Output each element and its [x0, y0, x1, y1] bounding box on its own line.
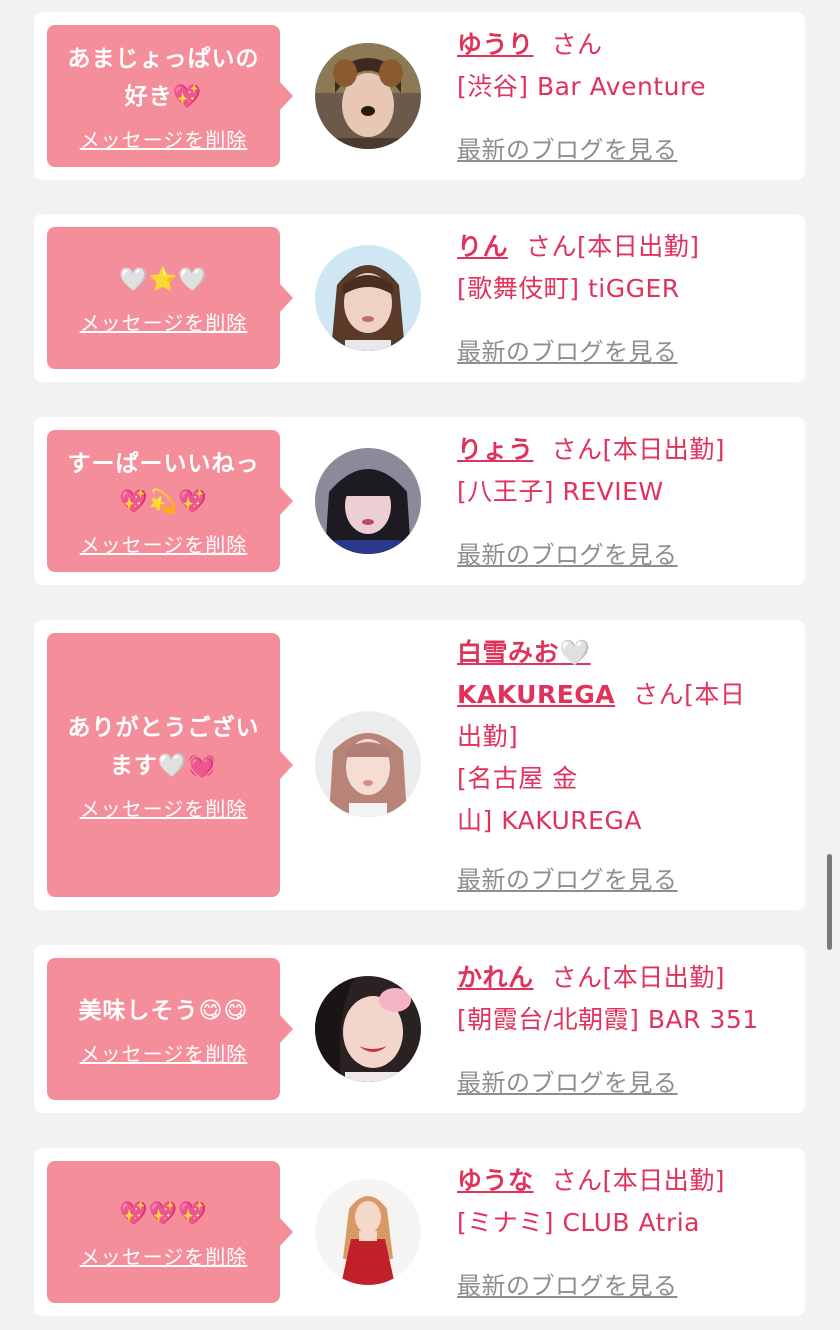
- shop-name: [八王子] REVIEW: [457, 477, 664, 506]
- cast-name-link[interactable]: ゆうり: [457, 30, 534, 59]
- message-line: 🤍⭐🤍: [119, 266, 208, 293]
- shop-name: [朝霞台/北朝霞] BAR 351: [457, 1005, 759, 1034]
- avatar[interactable]: [315, 976, 421, 1082]
- honorific: さん: [551, 435, 603, 464]
- honorific: さん: [551, 1166, 603, 1195]
- honorific: さん: [633, 680, 685, 709]
- shop-name: [名古屋 金: [457, 764, 578, 793]
- message-line: 💖💫💖: [119, 488, 208, 515]
- avatar[interactable]: [315, 1179, 421, 1285]
- cast-info: ゆうな さん[本日出勤] [ミナミ] CLUB Atria: [457, 1160, 793, 1244]
- message-card: 美味しそう😋😋 メッセージを削除 かれん さん[本日出勤] [朝霞台/北朝霞] B…: [34, 945, 805, 1113]
- message-line: 美味しそう😋😋: [78, 997, 249, 1024]
- delete-message-link[interactable]: メッセージを削除: [80, 307, 248, 336]
- message-text: すーぱーいいねっ 💖💫💖: [58, 445, 270, 521]
- cast-name-link[interactable]: かれん: [457, 963, 534, 992]
- message-bubble: ありがとうござい ます🤍💓 メッセージを削除: [47, 633, 293, 897]
- message-bubble: 💖💖💖 メッセージを削除: [47, 1161, 293, 1303]
- cast-name-link[interactable]: りょう: [457, 435, 534, 464]
- cast-name-line: 白雪みお🤍: [457, 632, 793, 674]
- cast-name-line: ゆうり さん: [457, 24, 793, 66]
- shop-name: [歌舞伎町] tiGGER: [457, 274, 680, 303]
- cast-name-link[interactable]: りん: [457, 232, 508, 261]
- shop-name: [渋谷] Bar Aventure: [457, 72, 707, 101]
- delete-message-link[interactable]: メッセージを削除: [80, 124, 248, 153]
- attendance-status: [本日: [684, 680, 746, 709]
- avatar[interactable]: [315, 711, 421, 817]
- view-blog-link[interactable]: 最新のブログを見る: [457, 535, 678, 570]
- cast-name-line: かれん さん[本日出勤]: [457, 957, 793, 999]
- cast-info: ゆうり さん [渋谷] Bar Aventure: [457, 24, 793, 108]
- view-blog-link[interactable]: 最新のブログを見る: [457, 332, 678, 367]
- message-line: ありがとうござい: [67, 714, 260, 741]
- honorific: さん: [551, 30, 603, 59]
- cast-name-line: りょう さん[本日出勤]: [457, 429, 793, 471]
- delete-message-link[interactable]: メッセージを削除: [80, 1038, 248, 1067]
- scrollbar[interactable]: [827, 854, 832, 950]
- delete-message-link[interactable]: メッセージを削除: [80, 1241, 248, 1270]
- message-text: 🤍⭐🤍: [109, 261, 218, 299]
- avatar[interactable]: [315, 43, 421, 149]
- message-line: あまじょっぱいの: [67, 45, 260, 72]
- message-text: 美味しそう😋😋: [69, 992, 259, 1030]
- avatar[interactable]: [315, 245, 421, 351]
- cast-name-link[interactable]: 白雪みお🤍: [457, 638, 591, 667]
- attendance-status: [本日出勤]: [602, 1166, 726, 1195]
- message-line: 💖💖💖: [119, 1200, 208, 1227]
- message-bubble: 美味しそう😋😋 メッセージを削除: [47, 958, 293, 1100]
- message-line: 好き💖: [124, 83, 203, 110]
- delete-message-link[interactable]: メッセージを削除: [80, 793, 248, 822]
- message-text: ありがとうござい ます🤍💓: [58, 709, 270, 785]
- cast-name-line: りん さん[本日出勤]: [457, 226, 793, 268]
- message-card: あまじょっぱいの 好き💖 メッセージを削除 ゆうり さん [渋谷] Bar Ave…: [34, 12, 805, 180]
- cast-name-link[interactable]: KAKUREGA: [457, 680, 615, 709]
- attendance-status: [本日出勤]: [577, 232, 700, 261]
- honorific: さん: [551, 963, 603, 992]
- message-text: 💖💖💖: [109, 1195, 218, 1233]
- message-line: ます🤍💓: [109, 752, 218, 779]
- cast-info: 白雪みお🤍 KAKUREGA さん[本日 出勤] [名古屋 金 山] KAKURE…: [457, 632, 793, 842]
- message-card: ありがとうござい ます🤍💓 メッセージを削除 白雪みお🤍 KAKUREGA さん[…: [34, 620, 805, 910]
- view-blog-link[interactable]: 最新のブログを見る: [457, 1063, 678, 1098]
- message-line: すーぱーいいねっ: [67, 450, 260, 477]
- cast-info: りょう さん[本日出勤] [八王子] REVIEW: [457, 429, 793, 513]
- view-blog-link[interactable]: 最新のブログを見る: [457, 1266, 678, 1301]
- view-blog-link[interactable]: 最新のブログを見る: [457, 130, 678, 165]
- message-card: 💖💖💖 メッセージを削除 ゆうな さん[本日出勤] [ミナミ] CLUB Atri…: [34, 1148, 805, 1316]
- message-text: あまじょっぱいの 好き💖: [58, 40, 270, 116]
- message-bubble: すーぱーいいねっ 💖💫💖 メッセージを削除: [47, 430, 293, 572]
- message-card: すーぱーいいねっ 💖💫💖 メッセージを削除 りょう さん[本日出勤] [八王子] …: [34, 417, 805, 585]
- attendance-status: 出勤]: [457, 722, 519, 751]
- cast-name-link[interactable]: ゆうな: [457, 1166, 534, 1195]
- cast-info: かれん さん[本日出勤] [朝霞台/北朝霞] BAR 351: [457, 957, 793, 1041]
- view-blog-link[interactable]: 最新のブログを見る: [457, 860, 678, 895]
- delete-message-link[interactable]: メッセージを削除: [80, 529, 248, 558]
- avatar[interactable]: [315, 448, 421, 554]
- shop-name: [ミナミ] CLUB Atria: [457, 1208, 700, 1237]
- message-bubble: あまじょっぱいの 好き💖 メッセージを削除: [47, 25, 293, 167]
- cast-info: りん さん[本日出勤] [歌舞伎町] tiGGER: [457, 226, 793, 310]
- honorific: さん: [526, 232, 578, 261]
- cast-name-line: ゆうな さん[本日出勤]: [457, 1160, 793, 1202]
- shop-name: 山] KAKUREGA: [457, 806, 642, 835]
- attendance-status: [本日出勤]: [602, 435, 726, 464]
- message-bubble: 🤍⭐🤍 メッセージを削除: [47, 227, 293, 369]
- cast-name-line: KAKUREGA さん[本日: [457, 674, 793, 716]
- message-card: 🤍⭐🤍 メッセージを削除 りん さん[本日出勤] [歌舞伎町] tiGGER 最新…: [34, 214, 805, 382]
- attendance-status: [本日出勤]: [602, 963, 726, 992]
